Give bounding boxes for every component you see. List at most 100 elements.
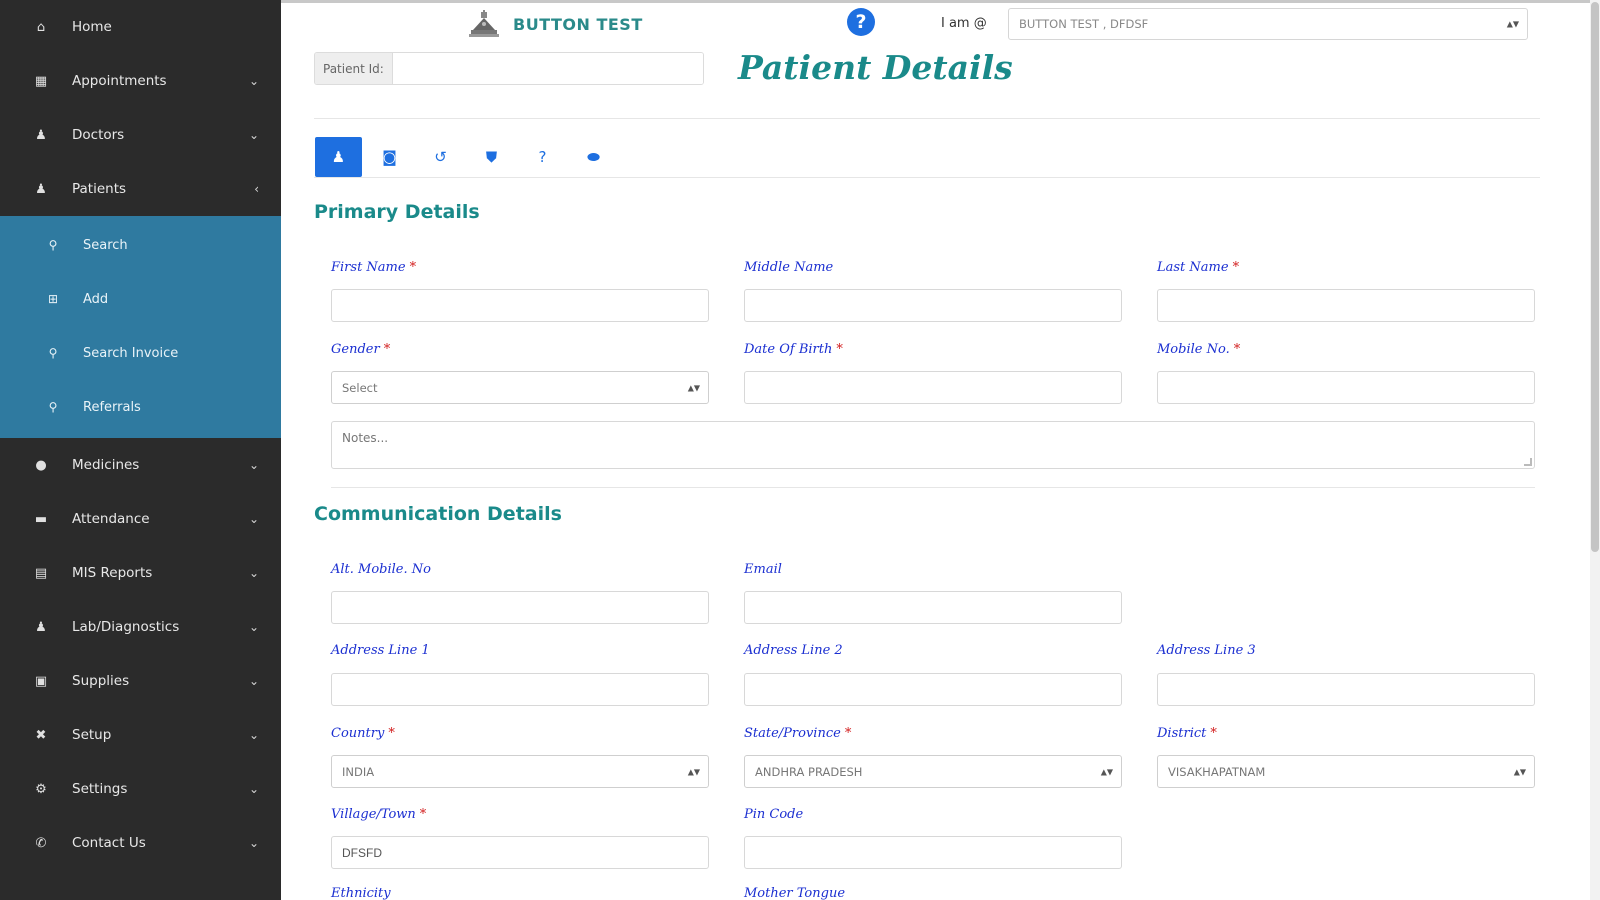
users-icon: ♟ xyxy=(35,181,47,197)
address2-label: Address Line 2 xyxy=(744,643,843,658)
address3-input[interactable] xyxy=(1157,673,1535,706)
search-icon: ⚲ xyxy=(48,346,58,360)
state-select-value: ANDHRA PRADESH xyxy=(755,765,863,779)
submenu-item-label: Search Invoice xyxy=(83,345,179,361)
address2-input[interactable] xyxy=(744,673,1122,706)
patient-id-label: Patient Id: xyxy=(315,53,393,84)
dob-input[interactable] xyxy=(744,371,1122,404)
sidebar-item-lab-diagnostics[interactable]: ♟ Lab/Diagnostics ⌄ xyxy=(0,600,281,654)
phone-icon: ✆ xyxy=(35,835,47,851)
camera-icon: ◙ xyxy=(382,148,397,166)
pincode-input[interactable] xyxy=(744,836,1122,869)
district-select[interactable]: VISAKHAPATNAM ▲▼ xyxy=(1157,755,1535,788)
submenu-item-referrals[interactable]: ⚲ Referrals xyxy=(0,380,281,434)
last-name-label: Last Name * xyxy=(1157,260,1240,275)
user-md-icon: ♟ xyxy=(35,127,47,143)
sidebar-item-setup[interactable]: ✖ Setup ⌄ xyxy=(0,708,281,762)
submenu-item-label: Search xyxy=(83,237,128,253)
sidebar-item-label: Supplies xyxy=(72,673,130,689)
sidebar-item-home[interactable]: ⌂ Home xyxy=(0,0,281,54)
scrollbar-thumb[interactable] xyxy=(1591,2,1599,552)
ethnicity-label: Ethnicity xyxy=(331,886,391,900)
page-title: Patient Details xyxy=(738,48,1013,87)
mobile-input[interactable] xyxy=(1157,371,1535,404)
last-name-input[interactable] xyxy=(1157,289,1535,322)
chevron-down-icon: ⌄ xyxy=(248,674,259,688)
tab-shield[interactable]: ⛊ xyxy=(468,137,515,177)
header-divider xyxy=(314,118,1540,119)
email-input[interactable] xyxy=(744,591,1122,624)
chevron-down-icon: ⌄ xyxy=(248,620,259,634)
sidebar-item-mis-reports[interactable]: ▤ MIS Reports ⌄ xyxy=(0,546,281,600)
lab-user-icon: ♟ xyxy=(35,619,47,635)
sidebar-item-settings[interactable]: ⚙ Settings ⌄ xyxy=(0,762,281,816)
patient-id-input[interactable] xyxy=(392,53,703,84)
district-label: District * xyxy=(1157,726,1217,741)
submenu-item-search[interactable]: ⚲ Search xyxy=(0,218,281,272)
sidebar-item-label: Lab/Diagnostics xyxy=(72,619,180,635)
middle-name-input[interactable] xyxy=(744,289,1122,322)
plus-square-icon: ⊞ xyxy=(47,292,59,306)
village-input[interactable] xyxy=(331,836,709,869)
submenu-item-search-invoice[interactable]: ⚲ Search Invoice xyxy=(0,326,281,380)
sidebar-item-contact-us[interactable]: ✆ Contact Us ⌄ xyxy=(0,816,281,870)
user-icon: ♟ xyxy=(331,148,346,166)
help-button[interactable]: ? xyxy=(847,8,875,36)
tab-camera[interactable]: ◙ xyxy=(366,137,413,177)
top-border xyxy=(281,0,1600,3)
sidebar-item-appointments[interactable]: ▦ Appointments ⌄ xyxy=(0,54,281,108)
district-select-value: VISAKHAPATNAM xyxy=(1168,765,1266,779)
home-icon: ⌂ xyxy=(36,19,46,35)
tools-icon: ✖ xyxy=(35,727,47,743)
tab-history[interactable]: ↺ xyxy=(417,137,464,177)
notes-textarea[interactable]: Notes... xyxy=(331,421,1535,469)
dropdown-arrow-icon: ▲▼ xyxy=(1513,767,1526,776)
sidebar-item-doctors[interactable]: ♟ Doctors ⌄ xyxy=(0,108,281,162)
gear-icon: ⚙ xyxy=(35,781,47,797)
sidebar-item-medicines[interactable]: ● Medicines ⌄ xyxy=(0,438,281,492)
sidebar-item-label: Contact Us xyxy=(72,835,146,851)
middle-name-label: Middle Name xyxy=(744,260,834,275)
tab-user[interactable]: ♟ xyxy=(315,137,362,177)
clinic-select[interactable]: BUTTON TEST , DFDSF ▲▼ xyxy=(1008,8,1528,40)
communication-details-title: Communication Details xyxy=(314,503,562,525)
sidebar-item-label: Setup xyxy=(72,727,112,743)
country-select-value: INDIA xyxy=(342,765,375,779)
primary-details-title: Primary Details xyxy=(314,201,480,223)
sidebar-item-supplies[interactable]: ▣ Supplies ⌄ xyxy=(0,654,281,708)
mobile-label: Mobile No. * xyxy=(1157,342,1241,357)
file-icon: ▤ xyxy=(34,565,48,581)
gender-select[interactable]: Select ▲▼ xyxy=(331,371,709,404)
gender-label: Gender * xyxy=(331,342,391,357)
patients-submenu: ⚲ Search ⊞ Add ⚲ Search Invoice ⚲ Referrals xyxy=(0,216,281,438)
sidebar: ⌂ Home ▦ Appointments ⌄ ♟ Doctors ⌄ ♟ Patients ‹ ⚲… xyxy=(0,0,281,900)
state-select[interactable]: ANDHRA PRADESH ▲▼ xyxy=(744,755,1122,788)
brand: BUTTON TEST xyxy=(467,10,643,38)
search-icon: ⚲ xyxy=(48,400,58,414)
alt-mobile-label: Alt. Mobile. No xyxy=(331,562,431,577)
state-label: State/Province * xyxy=(744,726,852,741)
resize-grip-icon[interactable] xyxy=(1524,458,1532,466)
tab-handshake[interactable]: ⬬ xyxy=(570,137,617,177)
village-label: Village/Town * xyxy=(331,807,427,822)
clinic-select-value: BUTTON TEST , DFDSF xyxy=(1019,17,1149,31)
dob-label: Date Of Birth * xyxy=(744,342,843,357)
dropdown-arrow-icon: ▲▼ xyxy=(687,383,700,392)
chevron-down-icon: ⌄ xyxy=(248,74,259,88)
sidebar-item-attendance[interactable]: ▬ Attendance ⌄ xyxy=(0,492,281,546)
sidebar-item-label: MIS Reports xyxy=(72,565,153,581)
country-select[interactable]: INDIA ▲▼ xyxy=(331,755,709,788)
notes-placeholder: Notes... xyxy=(342,431,389,445)
tab-question[interactable]: ? xyxy=(519,137,566,177)
first-name-label: First Name * xyxy=(331,260,417,275)
page-scrollbar[interactable] xyxy=(1590,0,1600,900)
first-name-input[interactable] xyxy=(331,289,709,322)
calendar-icon: ▦ xyxy=(34,73,48,89)
main-content: BUTTON TEST ? I am @ BUTTON TEST , DFDSF… xyxy=(281,0,1600,900)
handshake-icon: ⬬ xyxy=(587,148,600,166)
alt-mobile-input[interactable] xyxy=(331,591,709,624)
chevron-down-icon: ⌄ xyxy=(248,128,259,142)
submenu-item-add[interactable]: ⊞ Add xyxy=(0,272,281,326)
sidebar-item-patients[interactable]: ♟ Patients ‹ xyxy=(0,162,281,216)
address1-input[interactable] xyxy=(331,673,709,706)
